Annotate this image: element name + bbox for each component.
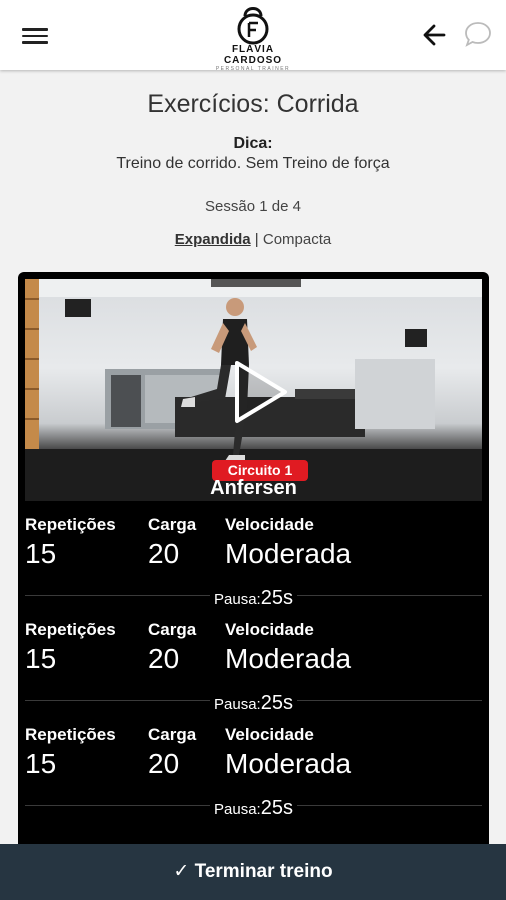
arrow-left-icon[interactable] <box>422 22 448 48</box>
exercise-set: Repetições Carga Velocidade 15 20 Modera… <box>18 725 489 830</box>
reps-label: Repetições <box>25 725 116 744</box>
tip-text: Treino de corrido. Sem Treino de força <box>116 155 390 172</box>
pause-value: 25s <box>260 587 297 609</box>
reps-value: 15 <box>25 748 57 779</box>
speed-label: Velocidade <box>225 620 314 639</box>
session-indicator: Sessão 1 de 4 <box>205 198 301 215</box>
speed-value: Moderada <box>225 538 352 569</box>
exercise-name: Anfersen <box>210 477 297 499</box>
kettlebell-logo-icon <box>237 7 269 45</box>
load-label: Carga <box>148 620 197 639</box>
load-value: 20 <box>148 748 180 779</box>
load-value: 20 <box>148 643 180 674</box>
reps-value: 15 <box>25 538 57 569</box>
reps-value: 15 <box>25 643 57 674</box>
tip-label: Dica: <box>233 135 273 152</box>
speed-label: Velocidade <box>225 725 314 744</box>
menu-icon[interactable] <box>22 24 48 46</box>
view-expanded-link[interactable]: Expandida <box>175 231 251 248</box>
finish-workout-button[interactable]: ✓ Terminar treino <box>0 844 506 900</box>
brand-logo: FLÁVIA CARDOSO PERSONAL TRAINER <box>206 2 300 72</box>
load-label: Carga <box>148 515 197 534</box>
pause-label: Pausa: <box>210 801 261 818</box>
chat-bubble-icon[interactable] <box>464 20 492 48</box>
pause-value: 25s <box>260 692 297 714</box>
page-title: Exercícios: Corrida <box>147 90 359 118</box>
logo-name: FLÁVIA CARDOSO <box>223 44 283 66</box>
view-mode-toggle: Expandida | Compacta <box>0 231 506 248</box>
pause-label: Pausa: <box>210 591 261 608</box>
reps-label: Repetições <box>25 515 116 534</box>
speed-value: Moderada <box>225 748 352 779</box>
view-compact-link[interactable]: Compacta <box>263 231 331 248</box>
speed-label: Velocidade <box>225 515 314 534</box>
load-label: Carga <box>148 725 197 744</box>
exercise-card: Circuito 1 Anfersen Repetições Carga Vel… <box>18 272 489 862</box>
play-icon[interactable] <box>223 357 293 427</box>
view-separator: | <box>250 231 263 248</box>
exercise-video[interactable]: Circuito 1 <box>25 279 482 501</box>
pause-info: Pausa:25s <box>18 587 489 610</box>
load-value: 20 <box>148 538 180 569</box>
top-app-bar: FLÁVIA CARDOSO PERSONAL TRAINER <box>0 0 506 72</box>
speed-value: Moderada <box>225 643 352 674</box>
exercise-set: Repetições Carga Velocidade 15 20 Modera… <box>18 620 489 725</box>
exercise-set: Repetições Carga Velocidade 15 20 Modera… <box>18 515 489 620</box>
pause-info: Pausa:25s <box>18 692 489 715</box>
pause-value: 25s <box>260 797 297 819</box>
logo-subtitle: PERSONAL TRAINER <box>215 66 291 72</box>
pause-label: Pausa: <box>210 696 261 713</box>
pause-info: Pausa:25s <box>18 797 489 820</box>
reps-label: Repetições <box>25 620 116 639</box>
